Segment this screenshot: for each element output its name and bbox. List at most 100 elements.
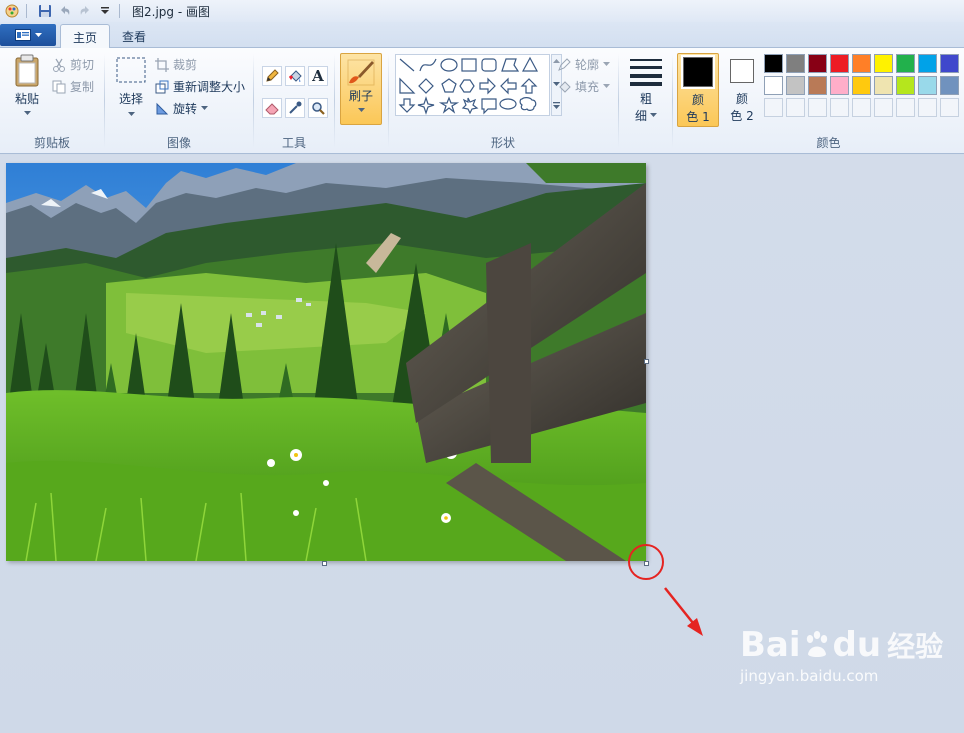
color-swatch[interactable] bbox=[852, 54, 871, 73]
color1-swatch bbox=[681, 55, 715, 89]
chevron-down-icon bbox=[23, 111, 31, 115]
crop-icon bbox=[155, 57, 169, 72]
color-swatch[interactable] bbox=[830, 54, 849, 73]
color-swatch[interactable] bbox=[896, 54, 915, 73]
paste-icon bbox=[15, 54, 39, 87]
eraser-tool[interactable] bbox=[262, 98, 282, 118]
custom-color-slot[interactable] bbox=[808, 98, 827, 117]
color1-button[interactable]: 颜 色 1 bbox=[677, 53, 719, 127]
chevron-down-icon bbox=[127, 112, 135, 116]
chevron-down-icon bbox=[603, 62, 611, 66]
magnifier-tool[interactable] bbox=[308, 98, 328, 118]
color-swatch[interactable] bbox=[786, 54, 805, 73]
rotate-icon bbox=[156, 102, 169, 114]
rotate-button[interactable]: 旋转 bbox=[155, 100, 209, 117]
color-swatch[interactable] bbox=[874, 54, 893, 73]
size-button[interactable]: 粗 细 bbox=[624, 56, 668, 124]
color2-button[interactable]: 颜 色 2 bbox=[723, 53, 761, 127]
shapes-group-label: 形状 bbox=[490, 136, 515, 150]
canvas-image[interactable] bbox=[6, 163, 646, 561]
color-swatch[interactable] bbox=[808, 54, 827, 73]
tab-view[interactable]: 查看 bbox=[110, 24, 158, 49]
select-rectangle-icon bbox=[116, 57, 146, 83]
tab-home[interactable]: 主页 bbox=[60, 24, 111, 49]
color-swatch[interactable] bbox=[940, 76, 959, 95]
chevron-down-icon bbox=[201, 106, 209, 110]
pencil-tool[interactable] bbox=[262, 66, 282, 86]
color-swatch[interactable] bbox=[764, 76, 783, 95]
paint-bucket-icon bbox=[289, 70, 302, 82]
clipboard-group: 粘贴 剪切 复制 剪贴板 bbox=[0, 48, 104, 154]
baidu-watermark: Bai du 经验 jingyan.baidu.com bbox=[740, 625, 943, 685]
ribbon: 粘贴 剪切 复制 剪贴板 选择 裁剪 重新调整大小 旋转 图像 A 工具 刷子 … bbox=[0, 48, 964, 154]
color-swatch[interactable] bbox=[786, 76, 805, 95]
tools-group-label: 工具 bbox=[281, 136, 306, 150]
fill-bucket-icon bbox=[559, 80, 571, 93]
color-swatch[interactable] bbox=[918, 76, 937, 95]
color-swatch[interactable] bbox=[940, 54, 959, 73]
custom-color-slot[interactable] bbox=[874, 98, 893, 117]
undo-icon[interactable] bbox=[57, 3, 73, 19]
chevron-down-icon bbox=[34, 32, 42, 37]
group-divider bbox=[334, 54, 335, 148]
resize-icon bbox=[155, 80, 169, 93]
fill-button[interactable]: 填充 bbox=[557, 78, 611, 95]
baidu-logo-text: Bai du 经验 bbox=[740, 625, 944, 665]
tools-group: A 工具 bbox=[254, 48, 334, 154]
paint-menu-button[interactable] bbox=[0, 24, 56, 46]
clipboard-group-label: 剪贴板 bbox=[33, 136, 70, 150]
outline-button[interactable]: 轮廓 bbox=[557, 56, 611, 73]
select-button[interactable]: 选择 bbox=[111, 56, 151, 117]
eyedropper-icon bbox=[289, 101, 302, 114]
custom-color-slot[interactable] bbox=[764, 98, 783, 117]
text-a-icon: A bbox=[312, 67, 324, 85]
chevron-down-icon bbox=[650, 113, 657, 117]
text-tool[interactable]: A bbox=[308, 66, 328, 86]
window-title: 图2.jpg - 画图 bbox=[132, 4, 210, 19]
chevron-down-icon bbox=[357, 108, 365, 112]
size-label-row: 细 bbox=[635, 107, 657, 124]
divider bbox=[119, 4, 120, 18]
colors-group: 颜 色 1 颜 色 2 颜色 bbox=[673, 48, 964, 154]
chevron-down-icon bbox=[603, 84, 611, 88]
custom-color-slot[interactable] bbox=[786, 98, 805, 117]
cut-button[interactable]: 剪切 bbox=[52, 56, 94, 73]
copy-button[interactable]: 复制 bbox=[52, 78, 94, 95]
baidu-paw-icon bbox=[806, 631, 827, 657]
color-swatch[interactable] bbox=[830, 76, 849, 95]
resize-handle-right[interactable] bbox=[644, 359, 649, 364]
shapes-gallery[interactable] bbox=[395, 54, 550, 116]
outline-pen-icon bbox=[558, 57, 571, 71]
image-group-label: 图像 bbox=[166, 136, 191, 150]
paste-button[interactable]: 粘贴 bbox=[8, 54, 46, 116]
resize-button[interactable]: 重新调整大小 bbox=[155, 78, 245, 95]
color2-swatch bbox=[730, 59, 754, 83]
color-swatch[interactable] bbox=[764, 54, 783, 73]
line-thickness-icon bbox=[630, 59, 662, 86]
resize-handle-bottom[interactable] bbox=[322, 561, 327, 566]
annotation-circle-arrow bbox=[628, 544, 703, 636]
custom-color-slot[interactable] bbox=[940, 98, 959, 117]
brush-icon bbox=[347, 59, 375, 86]
color-swatch[interactable] bbox=[808, 76, 827, 95]
save-icon[interactable] bbox=[37, 3, 53, 19]
custom-color-slot[interactable] bbox=[918, 98, 937, 117]
redo-icon[interactable] bbox=[77, 3, 93, 19]
crop-button[interactable]: 裁剪 bbox=[155, 56, 197, 73]
color-swatch[interactable] bbox=[852, 76, 871, 95]
customize-quick-access-icon[interactable] bbox=[97, 3, 113, 19]
custom-color-slot[interactable] bbox=[830, 98, 849, 117]
color-swatch[interactable] bbox=[874, 76, 893, 95]
color-picker-tool[interactable] bbox=[285, 98, 305, 118]
paint-app-icon[interactable] bbox=[4, 3, 20, 19]
color-swatch[interactable] bbox=[918, 54, 937, 73]
brushes-button[interactable]: 刷子 bbox=[340, 53, 382, 125]
color-swatch[interactable] bbox=[896, 76, 915, 95]
image-group: 选择 裁剪 重新调整大小 旋转 图像 bbox=[105, 48, 253, 154]
shapes-gallery-icons bbox=[398, 56, 539, 115]
canvas-workspace[interactable]: Bai du 经验 jingyan.baidu.com bbox=[0, 155, 964, 733]
fill-tool[interactable] bbox=[285, 66, 305, 86]
copy-icon bbox=[52, 80, 66, 93]
custom-color-slot[interactable] bbox=[896, 98, 915, 117]
custom-color-slot[interactable] bbox=[852, 98, 871, 117]
